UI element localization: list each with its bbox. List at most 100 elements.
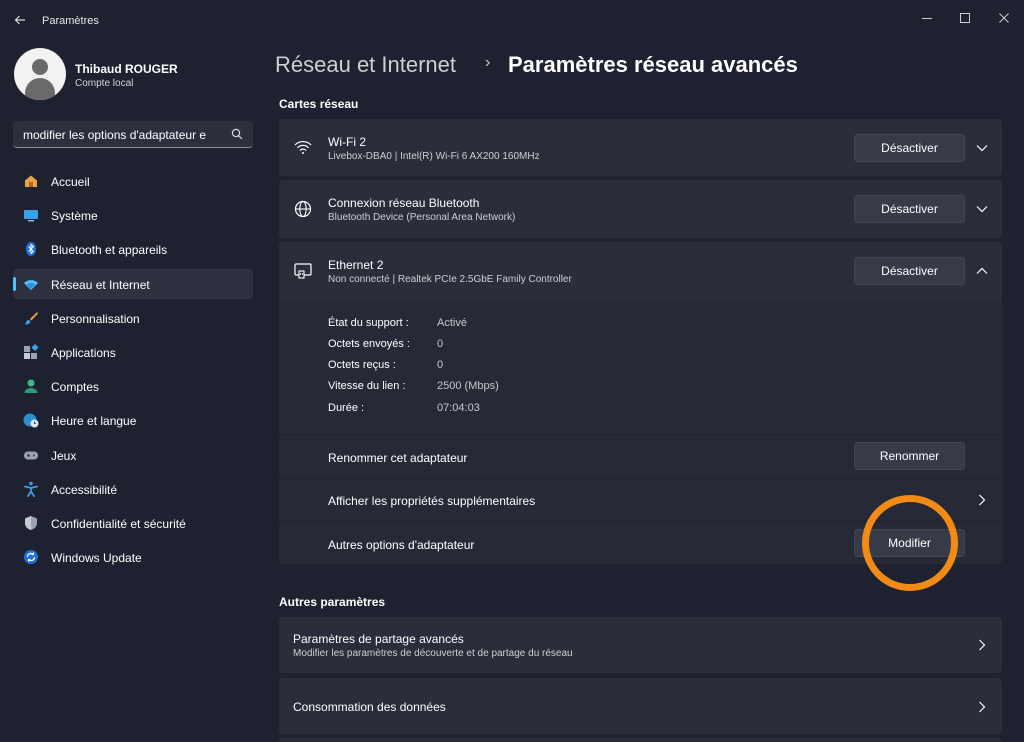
divider	[279, 478, 1002, 479]
sidebar-item-personnalisation[interactable]: Personnalisation	[13, 303, 253, 333]
sidebar-item-label: Confidentialité et sécurité	[51, 516, 186, 531]
accessibility-icon	[23, 481, 39, 497]
sidebar-item-comptes[interactable]: Comptes	[13, 371, 253, 401]
sidebar-item-windows-update[interactable]: Windows Update	[13, 542, 253, 572]
sidebar-item-heure[interactable]: Heure et langue	[13, 405, 253, 435]
accounts-icon	[23, 378, 39, 394]
gamepad-icon	[23, 447, 39, 463]
sidebar-item-label: Applications	[51, 345, 116, 360]
bluetooth-icon	[23, 241, 39, 257]
chevron-right-icon[interactable]	[975, 493, 989, 507]
chevron-down-icon[interactable]	[975, 202, 989, 216]
system-icon	[23, 207, 39, 223]
wifi-icon	[293, 137, 313, 157]
sidebar-item-bluetooth[interactable]: Bluetooth et appareils	[13, 234, 253, 264]
rename-button[interactable]: Renommer	[854, 442, 965, 470]
sidebar-item-applications[interactable]: Applications	[13, 337, 253, 367]
sidebar-item-reseau[interactable]: Réseau et Internet	[13, 268, 253, 299]
disable-ethernet-button[interactable]: Désactiver	[854, 257, 965, 285]
property-label: Octets envoyés :	[328, 338, 410, 350]
settings-window: Paramètres Thibaud ROUGER Compte local A…	[0, 0, 1024, 742]
title-bar: Paramètres	[0, 0, 1024, 38]
adapter-card-ethernet[interactable]: Ethernet 2 Non connecté | Realtek PCIe 2…	[279, 242, 1002, 302]
user-name: Thibaud ROUGER	[75, 62, 178, 76]
network-icon	[23, 276, 39, 292]
chevron-right-icon[interactable]	[975, 700, 989, 714]
property-value: 07:04:03	[437, 402, 480, 414]
page-title: Paramètres réseau avancés	[508, 52, 798, 77]
search-box[interactable]	[13, 121, 253, 148]
update-icon	[23, 549, 39, 565]
maximize-button[interactable]	[948, 6, 982, 30]
back-button[interactable]	[10, 10, 30, 30]
advanced-sharing-card[interactable]: Paramètres de partage avancés Modifier l…	[279, 617, 1002, 673]
sidebar-item-label: Windows Update	[51, 551, 142, 566]
property-value: 0	[437, 338, 444, 350]
close-icon	[999, 13, 1009, 23]
avatar[interactable]	[14, 48, 66, 100]
sidebar-item-label: Système	[51, 209, 98, 224]
sidebar-item-systeme[interactable]: Système	[13, 200, 253, 230]
adapter-name: Connexion réseau Bluetooth	[328, 196, 480, 210]
apps-icon	[23, 343, 39, 360]
advanced-sharing-subtitle: Modifier les paramètres de découverte et…	[293, 648, 573, 659]
property-label: État du support :	[328, 317, 409, 329]
advanced-sharing-title: Paramètres de partage avancés	[293, 632, 464, 646]
brush-icon	[23, 310, 39, 326]
sidebar-item-label: Personnalisation	[51, 311, 140, 326]
breadcrumb-separator-icon: ›	[485, 54, 491, 71]
breadcrumb-parent[interactable]: Réseau et Internet	[275, 52, 456, 78]
disable-wifi-button[interactable]: Désactiver	[854, 134, 965, 162]
adapter-name: Wi-Fi 2	[328, 135, 366, 149]
globe-icon	[293, 199, 313, 219]
adapter-detail: Livebox-DBA0 | Intel(R) Wi-Fi 6 AX200 16…	[328, 151, 540, 162]
chevron-right-icon[interactable]	[975, 638, 989, 652]
sidebar-item-jeux[interactable]: Jeux	[13, 440, 253, 470]
sidebar-item-label: Bluetooth et appareils	[51, 243, 168, 258]
minimize-button[interactable]	[910, 6, 944, 30]
data-usage-card[interactable]: Consommation des données	[279, 678, 1002, 734]
sidebar-item-accueil[interactable]: Accueil	[13, 166, 253, 196]
property-value: 2500 (Mbps)	[437, 380, 499, 392]
window-title: Paramètres	[42, 15, 99, 27]
home-icon	[23, 173, 39, 189]
data-usage-title: Consommation des données	[293, 700, 446, 714]
account-type: Compte local	[75, 78, 134, 89]
sidebar-item-confidentialite[interactable]: Confidentialité et sécurité	[13, 508, 253, 538]
search-icon[interactable]	[231, 128, 243, 140]
sidebar-item-label: Accueil	[51, 175, 90, 189]
highlight-circle	[862, 495, 958, 591]
rename-adapter-label: Renommer cet adaptateur	[328, 451, 468, 465]
property-value: Activé	[437, 317, 467, 329]
property-label: Octets reçus :	[328, 359, 396, 371]
next-settings-card[interactable]	[279, 738, 1002, 742]
sidebar-item-label: Comptes	[51, 380, 100, 395]
maximize-icon	[960, 13, 970, 23]
disable-bluetooth-button[interactable]: Désactiver	[854, 195, 965, 223]
sidebar-item-label: Accessibilité	[51, 482, 118, 497]
property-label: Vitesse du lien :	[328, 380, 406, 392]
adapter-name: Ethernet 2	[328, 258, 384, 272]
adapter-card-bluetooth[interactable]: Connexion réseau Bluetooth Bluetooth Dev…	[279, 180, 1002, 238]
adapter-detail: Bluetooth Device (Personal Area Network)	[328, 212, 516, 223]
divider	[279, 434, 1002, 435]
sidebar-nav: Accueil Système Bluetooth et appareils R…	[13, 166, 253, 576]
globe-clock-icon	[23, 412, 39, 428]
chevron-down-icon[interactable]	[975, 141, 989, 155]
chevron-up-icon[interactable]	[975, 264, 989, 278]
property-label: Durée :	[328, 402, 365, 414]
sidebar-item-label: Jeux	[51, 448, 77, 463]
close-button[interactable]	[987, 6, 1021, 30]
sidebar-item-accessibilite[interactable]: Accessibilité	[13, 474, 253, 504]
adapter-card-wifi[interactable]: Wi-Fi 2 Livebox-DBA0 | Intel(R) Wi-Fi 6 …	[279, 119, 1002, 176]
ethernet-icon	[293, 261, 313, 281]
section-title-cartes-reseau: Cartes réseau	[279, 97, 359, 111]
search-input[interactable]	[23, 126, 227, 143]
more-properties-label[interactable]: Afficher les propriétés supplémentaires	[328, 494, 535, 508]
other-adapter-options-label: Autres options d'adaptateur	[328, 538, 475, 552]
adapter-detail: Non connecté | Realtek PCIe 2.5GbE Famil…	[328, 274, 572, 285]
minimize-icon	[922, 17, 932, 19]
sidebar-item-label: Réseau et Internet	[51, 277, 150, 292]
sidebar-item-label: Heure et langue	[51, 414, 137, 429]
avatar-body	[25, 78, 55, 100]
